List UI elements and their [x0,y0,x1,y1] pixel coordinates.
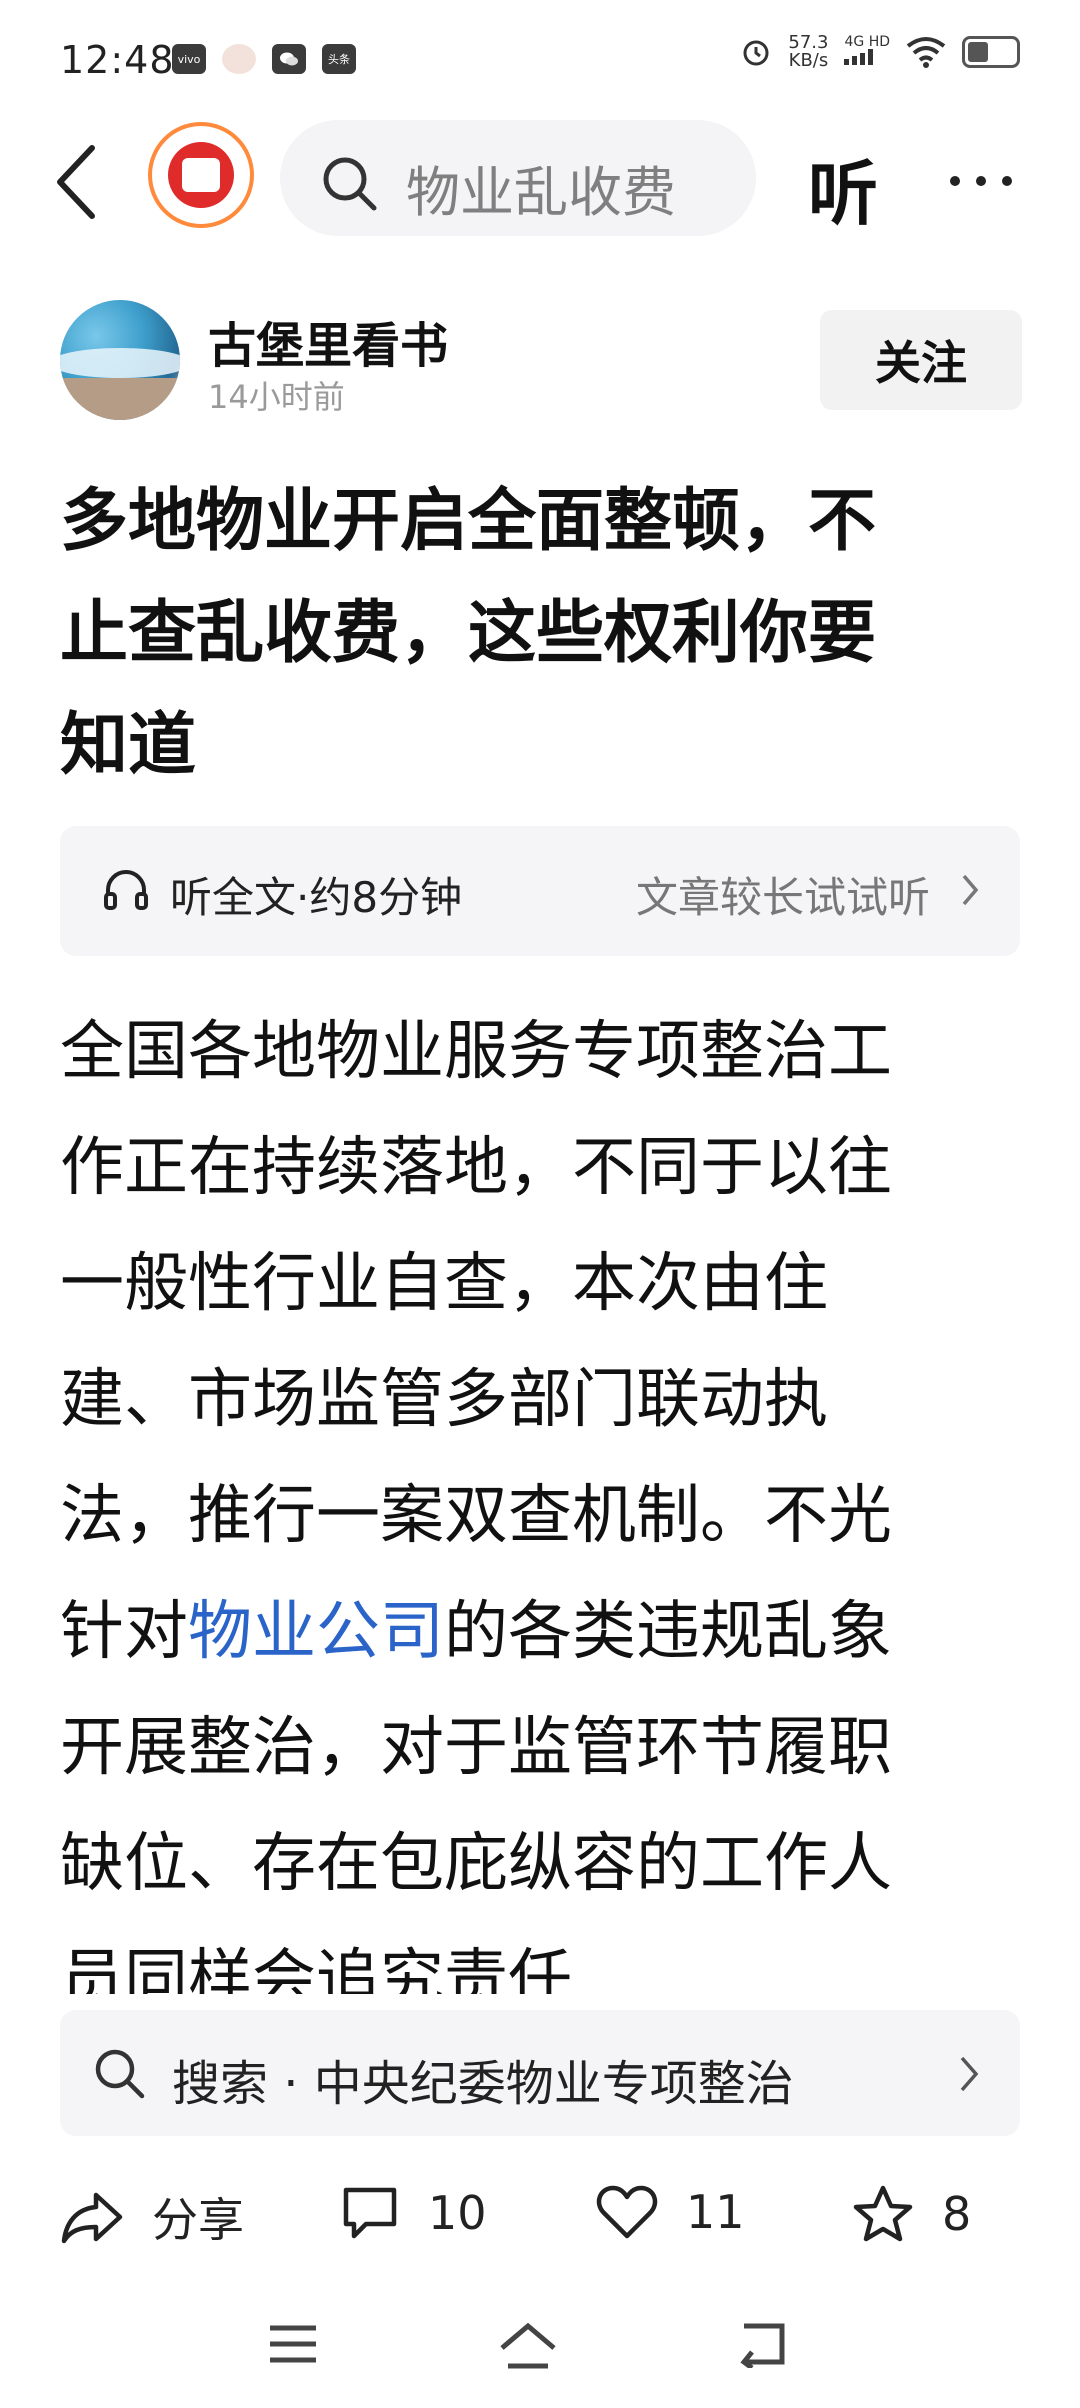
listen-button[interactable]: 听 [808,138,878,239]
signal-indicator: 4G HD [844,35,890,69]
search-icon [95,2049,145,2099]
action-bar: 分享 10 11 8 [0,2166,1080,2276]
related-search-text: 搜索 · 中央纪委物业专项整治 [172,2056,794,2112]
vivo-icon: vivo [172,44,206,74]
listen-hint: 文章较长试试听 [635,873,930,922]
status-bar: 12:48 vivo 头条 57.3 KB/s 4G HD [0,0,1080,110]
app-logo[interactable] [148,122,254,228]
follow-button[interactable]: 关注 [820,310,1022,410]
comment-icon [343,2187,397,2239]
chevron-right-icon [962,874,979,906]
chevron-right-icon [960,2056,979,2092]
author-row: 古堡里看书 14小时前 关注 [60,300,1024,420]
article-title: 多地物业开启全面整顿，不 止查乱收费，这些权利你要 知道 [60,482,877,785]
like-button[interactable]: 11 [596,2184,745,2240]
wifi-icon [906,37,946,68]
status-time: 12:48 [60,38,175,82]
search-input[interactable]: 物业乱收费 [280,120,756,236]
system-nav-bar [0,2300,1080,2408]
battery-icon [962,36,1020,68]
toutiao-icon: 头条 [322,44,356,74]
listen-full-article-bar[interactable]: 听全文·约8分钟 文章较长试试听 [60,826,1020,956]
article-line-with-link: 针对物业公司的各类违规乱象 [60,1595,892,1669]
listen-duration: 听全文·约8分钟 [170,873,463,922]
signal-icon [844,49,874,65]
post-time: 14小时前 [208,378,345,416]
search-icon [323,157,377,211]
status-right: 57.3 KB/s 4G HD [740,34,1020,70]
net-speed: 57.3 KB/s [788,32,829,71]
comment-button[interactable]: 10 [340,2184,487,2242]
author-name[interactable]: 古堡里看书 [208,306,448,376]
avatar-notification-icon [222,44,256,74]
more-options-button[interactable] [950,176,1012,186]
back-nav-icon[interactable] [736,2322,792,2368]
author-avatar[interactable] [60,300,180,420]
notification-icons: vivo 头条 [172,44,356,74]
menu-icon[interactable] [266,2322,320,2366]
share-button[interactable]: 分享 [60,2184,244,2250]
property-company-link[interactable]: 物业公司 [188,1595,444,1669]
star-icon [853,2185,913,2242]
wechat-icon [272,44,306,74]
article-body: 全国各地物业服务专项整治工 作正在持续落地，不同于以往 一般性行业自查，本次由住… [60,994,1020,1994]
share-icon [61,2192,123,2244]
heart-icon [596,2185,658,2239]
related-search-bar[interactable]: 搜索 · 中央纪委物业专项整治 [60,2010,1020,2136]
alarm-icon [743,40,769,66]
favorite-button[interactable]: 8 [852,2184,971,2244]
headphones-icon [104,870,148,910]
search-placeholder: 物业乱收费 [406,161,676,224]
back-arrow-icon [57,145,95,219]
back-button[interactable] [52,142,112,222]
home-icon[interactable] [498,2322,558,2370]
